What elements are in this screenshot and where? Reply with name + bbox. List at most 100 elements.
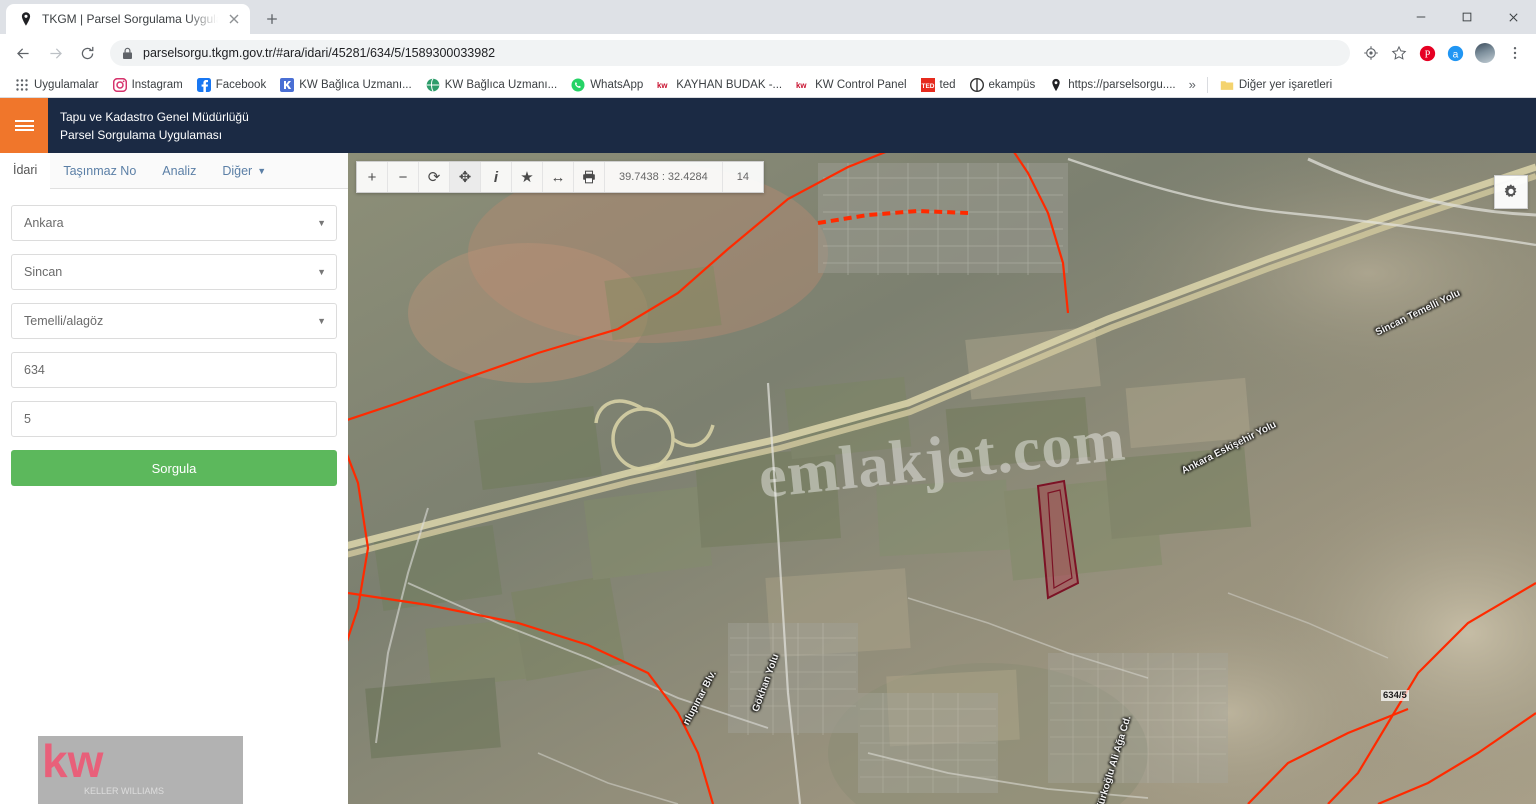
svg-text:a: a	[1452, 49, 1458, 60]
measure-icon: ↔	[550, 168, 566, 186]
il-select[interactable]: Ankara ▼	[11, 205, 337, 241]
sorgula-button[interactable]: Sorgula	[11, 450, 337, 486]
whatsapp-icon	[571, 78, 585, 91]
query-form: Ankara ▼ Sincan ▼ Temelli/alagöz ▼ 634 5	[0, 189, 348, 486]
share-target-icon[interactable]	[1358, 40, 1384, 66]
tab-label: Diğer	[222, 163, 253, 178]
bookmark-instagram[interactable]: Instagram	[106, 76, 190, 94]
ada-input[interactable]: 634	[11, 352, 337, 388]
forward-button[interactable]	[40, 38, 70, 68]
amazon-assistant-extension-icon[interactable]: a	[1442, 40, 1468, 66]
bookmark-label: https://parselsorgu....	[1068, 78, 1176, 91]
chrome-menu-icon[interactable]	[1502, 40, 1528, 66]
bookmark-label: Uygulamalar	[34, 78, 99, 91]
refresh-button[interactable]: ⟳	[419, 162, 450, 192]
mahalle-select[interactable]: Temelli/alagöz ▼	[11, 303, 337, 339]
measure-button[interactable]: ↔	[543, 162, 574, 192]
plus-icon	[267, 14, 277, 24]
gear-icon	[1504, 184, 1517, 197]
favorite-button[interactable]: ★	[512, 162, 543, 192]
ilce-select[interactable]: Sincan ▼	[11, 254, 337, 290]
app-header: Tapu ve Kadastro Genel Müdürlüğü Parsel …	[0, 98, 1536, 153]
bookmark-star-icon[interactable]	[1386, 40, 1412, 66]
kw-blue-icon	[280, 77, 295, 92]
bookmark-kayhan-budak[interactable]: kw KAYHAN BUDAK -...	[650, 76, 789, 94]
minimize-button[interactable]	[1398, 0, 1444, 34]
parsel-input-value: 5	[24, 412, 31, 426]
bookmark-kw-baglica-2[interactable]: KW Bağlıca Uzmanı...	[419, 76, 564, 94]
new-tab-button[interactable]	[258, 5, 286, 33]
target-icon	[1364, 46, 1378, 60]
app-title-line1: Tapu ve Kadastro Genel Müdürlüğü	[60, 109, 249, 124]
bookmark-ted[interactable]: TED ted	[914, 76, 963, 94]
browser-tab[interactable]: TKGM | Parsel Sorgulama Uygula	[6, 4, 250, 34]
address-bar[interactable]: parselsorgu.tkgm.gov.tr/#ara/idari/45281…	[110, 40, 1350, 66]
selected-parcel-label: 634/5	[1381, 690, 1409, 701]
reload-button[interactable]	[72, 38, 102, 68]
tab-analiz[interactable]: Analiz	[149, 153, 209, 188]
tab-diger[interactable]: Diğer ▼	[209, 153, 279, 188]
pan-move-icon: ✥	[458, 169, 472, 186]
bookmark-ekampus[interactable]: ekampüs	[963, 76, 1043, 94]
bookmark-label: Instagram	[131, 78, 183, 91]
amazon-icon: a	[1447, 45, 1463, 61]
refresh-icon: ⟳	[427, 169, 441, 186]
bookmarks-divider	[1206, 76, 1208, 93]
kw-watermark-subtext: KELLER WILLIAMS	[84, 786, 165, 796]
bookmark-kw-control-panel[interactable]: kw KW Control Panel	[789, 76, 913, 94]
print-button[interactable]	[574, 162, 605, 192]
svg-text:P: P	[1424, 49, 1430, 60]
close-icon	[1508, 12, 1518, 22]
bookmark-parselsorgu[interactable]: https://parselsorgu....	[1042, 76, 1182, 94]
bookmark-whatsapp[interactable]: WhatsApp	[564, 76, 650, 94]
bookmark-label: Facebook	[215, 78, 267, 91]
mahalle-select-value: Temelli/alagöz	[24, 314, 104, 328]
forward-arrow-icon	[49, 47, 62, 59]
query-sidebar: İdari Taşınmaz No Analiz Diğer ▼ Ankara …	[0, 153, 348, 804]
map-settings-button[interactable]	[1494, 175, 1528, 209]
il-select-value: Ankara	[24, 216, 64, 230]
plus-icon: +	[367, 168, 377, 186]
application-area: Tapu ve Kadastro Genel Müdürlüğü Parsel …	[0, 98, 1536, 804]
map-toolbar: + − ⟳ ✥ i ★ ↔ 39.7438: 32.4284 14	[356, 161, 764, 193]
browser-tab-title: TKGM | Parsel Sorgulama Uygula	[42, 12, 218, 26]
chevron-down-icon: ▼	[317, 218, 326, 228]
zoom-in-button[interactable]: +	[357, 162, 388, 192]
parsel-input[interactable]: 5	[11, 401, 337, 437]
browser-toolbar: parselsorgu.tkgm.gov.tr/#ara/idari/45281…	[0, 34, 1536, 72]
close-window-button[interactable]	[1490, 0, 1536, 34]
other-bookmarks-folder[interactable]: Diğer yer işaretleri	[1213, 76, 1339, 94]
app-title: Tapu ve Kadastro Genel Müdürlüğü Parsel …	[60, 108, 249, 144]
ted-icon: TED	[920, 77, 935, 92]
bookmarks-bar: Uygulamalar Instagram Facebook KW Bağlıc…	[0, 72, 1536, 98]
close-icon[interactable]	[226, 11, 242, 27]
bookmark-kw-baglica-1[interactable]: KW Bağlıca Uzmanı...	[273, 76, 418, 94]
info-button[interactable]: i	[481, 162, 512, 192]
maximize-icon	[1462, 12, 1472, 22]
profile-avatar[interactable]	[1475, 43, 1495, 63]
app-title-line2: Parsel Sorgulama Uygulaması	[60, 127, 223, 142]
ilce-select-value: Sincan	[24, 265, 63, 279]
hamburger-menu-icon[interactable]	[0, 98, 48, 153]
info-icon: i	[493, 168, 499, 186]
pinterest-extension-icon[interactable]: P	[1414, 40, 1440, 66]
tab-idari[interactable]: İdari	[0, 153, 51, 189]
browser-tab-strip: TKGM | Parsel Sorgulama Uygula	[0, 0, 1536, 34]
pan-button[interactable]: ✥	[450, 162, 481, 192]
printer-icon	[583, 170, 595, 184]
map-view[interactable]: emlakjet.com Sincan Temelli Yolu Ankara …	[348, 153, 1536, 804]
back-button[interactable]	[8, 38, 38, 68]
bookmarks-overflow-button[interactable]: »	[1183, 75, 1202, 94]
maximize-button[interactable]	[1444, 0, 1490, 34]
bookmark-facebook[interactable]: Facebook	[190, 76, 274, 94]
sidebar-tabs: İdari Taşınmaz No Analiz Diğer ▼	[0, 153, 348, 189]
zoom-out-button[interactable]: −	[388, 162, 419, 192]
bookmark-apps[interactable]: Uygulamalar	[8, 76, 106, 94]
pinterest-icon: P	[1419, 45, 1435, 61]
tab-tasinmaz-no[interactable]: Taşınmaz No	[50, 153, 149, 188]
svg-text:TED: TED	[921, 82, 934, 89]
bookmark-label: WhatsApp	[590, 78, 644, 91]
bookmark-label: KW Bağlıca Uzmanı...	[444, 78, 558, 91]
app-body: İdari Taşınmaz No Analiz Diğer ▼ Ankara …	[0, 153, 1536, 804]
globe-dark-icon	[426, 77, 440, 91]
